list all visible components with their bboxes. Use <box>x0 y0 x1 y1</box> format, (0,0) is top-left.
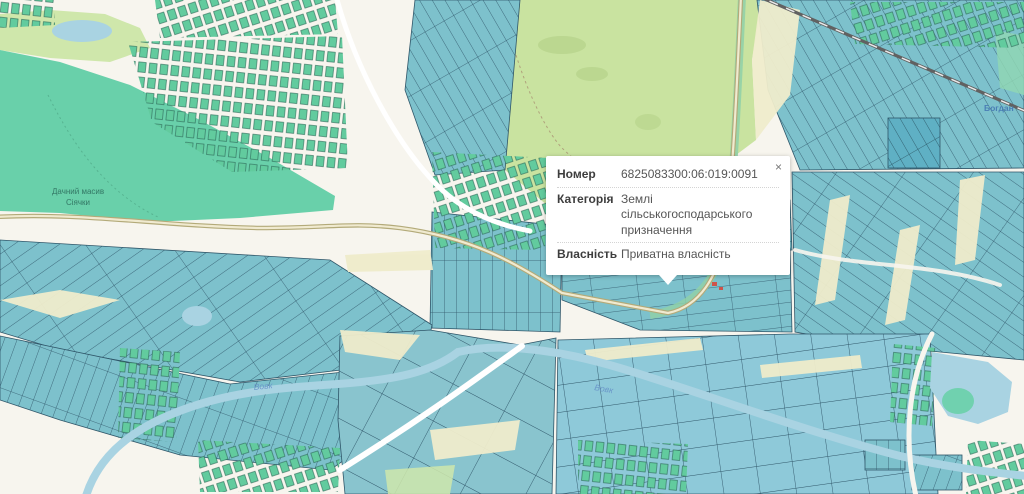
field-value-ownership: Приватна власність <box>621 247 779 263</box>
area-label-line1: Дачний масив <box>52 187 104 196</box>
popup-row-category: Категорія Землі сільськогосподарського п… <box>557 187 779 243</box>
settlement-label: Богдан <box>984 103 1014 113</box>
map-viewport[interactable]: Дачний масив Сіячки Вовк Вовк Богдан × Н… <box>0 0 1024 494</box>
meadow-area <box>385 465 455 494</box>
field-label-number: Номер <box>557 167 621 183</box>
field-label-category: Категорія <box>557 192 621 239</box>
popup-row-ownership: Власність Приватна власність <box>557 242 779 267</box>
popup-close-button[interactable]: × <box>773 159 784 175</box>
field-value-category: Землі сільськогосподарського призначення <box>621 192 779 239</box>
parcel-info-popup: × Номер 6825083300:06:019:0091 Категорія… <box>546 156 790 275</box>
field-label-ownership: Власність <box>557 247 621 263</box>
pond <box>182 306 212 326</box>
popup-row-number: Номер 6825083300:06:019:0091 <box>557 163 779 187</box>
parcel-block-dark[interactable] <box>888 118 940 168</box>
river-label: Вовк <box>253 380 274 392</box>
field-value-number: 6825083300:06:019:0091 <box>621 167 779 183</box>
cadastral-map[interactable]: Дачний масив Сіячки Вовк Вовк Богдан <box>0 0 1024 494</box>
pond-island <box>942 388 974 414</box>
area-label-line2: Сіячки <box>66 198 90 207</box>
pond <box>52 20 112 42</box>
